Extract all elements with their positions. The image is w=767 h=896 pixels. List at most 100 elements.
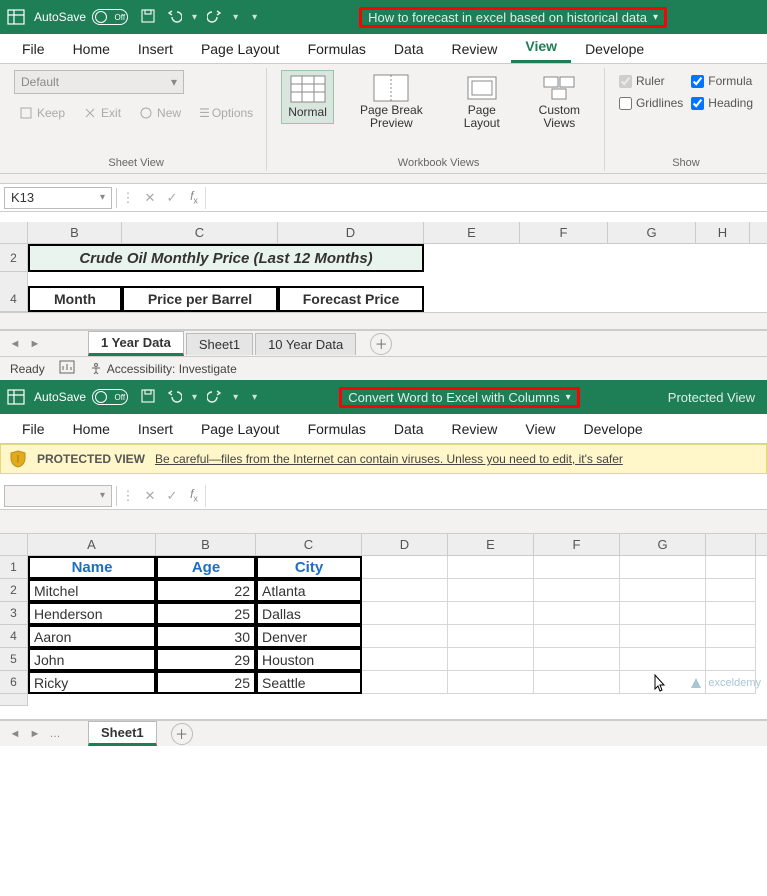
redo-dropdown-icon[interactable]: ▾ (233, 12, 238, 23)
tab-review[interactable]: Review (438, 35, 512, 63)
sheet-nav-prev-icon[interactable]: ◄ (6, 728, 24, 740)
sheet-tab[interactable]: 10 Year Data (255, 333, 356, 355)
cell[interactable] (706, 648, 756, 671)
tab-page-layout[interactable]: Page Layout (187, 415, 294, 443)
tab-home[interactable]: Home (59, 35, 124, 63)
cell[interactable]: 29 (156, 648, 256, 671)
formula-input[interactable] (205, 187, 767, 209)
cell[interactable]: Dallas (256, 602, 362, 625)
cell[interactable] (448, 648, 534, 671)
table-header[interactable]: Forecast Price (278, 286, 424, 312)
check-icon[interactable]: ✓ (161, 190, 183, 206)
tab-file[interactable]: File (8, 35, 59, 63)
row-header[interactable]: 4 (0, 286, 28, 312)
col-header[interactable]: E (424, 222, 520, 243)
sheet-nav-next-icon[interactable]: ► (26, 338, 44, 350)
cell[interactable] (534, 625, 620, 648)
cancel-icon[interactable]: ✕ (139, 190, 161, 206)
tab-file[interactable]: File (8, 415, 59, 443)
stats-icon[interactable] (59, 360, 75, 377)
new-sheet-button[interactable]: ＋ (370, 333, 392, 355)
row-header[interactable]: 3 (0, 602, 28, 625)
grid-1[interactable]: B C D E F G H 2 Crude Oil Monthly Price … (0, 222, 767, 330)
cell[interactable]: Seattle (256, 671, 362, 694)
cell[interactable]: Mitchel (28, 579, 156, 602)
tab-insert[interactable]: Insert (124, 35, 187, 63)
cell[interactable] (706, 556, 756, 579)
cancel-icon[interactable]: ✕ (139, 488, 161, 504)
cell[interactable] (620, 602, 706, 625)
col-header[interactable]: D (362, 534, 448, 555)
formula-input[interactable] (205, 485, 767, 507)
tab-view[interactable]: View (511, 32, 571, 63)
options-button[interactable]: ☰Options (194, 103, 258, 123)
cell[interactable]: John (28, 648, 156, 671)
autosave-control[interactable]: AutoSave Off (34, 389, 128, 405)
cell[interactable] (706, 579, 756, 602)
accessibility-status[interactable]: Accessibility: Investigate (89, 362, 237, 376)
cell[interactable]: Aaron (28, 625, 156, 648)
tab-developer[interactable]: Develope (570, 415, 657, 443)
cell[interactable]: Ricky (28, 671, 156, 694)
tab-formulas[interactable]: Formulas (294, 415, 380, 443)
page-layout-button[interactable]: Page Layout (449, 70, 515, 134)
tab-page-layout[interactable]: Page Layout (187, 35, 294, 63)
cell[interactable] (620, 579, 706, 602)
col-header[interactable]: B (156, 534, 256, 555)
cell[interactable]: Houston (256, 648, 362, 671)
cell[interactable] (362, 579, 448, 602)
save-icon[interactable] (140, 8, 156, 27)
undo-icon[interactable] (166, 388, 182, 407)
row-header[interactable]: 4 (0, 625, 28, 648)
file-title-1[interactable]: How to forecast in excel based on histor… (359, 7, 667, 28)
table-header[interactable]: Price per Barrel (122, 286, 278, 312)
row-header[interactable]: 1 (0, 556, 28, 579)
col-header[interactable]: G (620, 534, 706, 555)
keep-button[interactable]: Keep (14, 103, 70, 123)
cell[interactable] (362, 602, 448, 625)
cell[interactable]: 30 (156, 625, 256, 648)
cell[interactable] (448, 625, 534, 648)
qat-customize-icon[interactable]: ▾ (252, 12, 257, 23)
row-header[interactable]: 6 (0, 671, 28, 694)
sheet-tab[interactable]: Sheet1 (186, 333, 253, 355)
fx-icon[interactable]: fx (183, 487, 205, 503)
normal-view-button[interactable]: Normal (281, 70, 334, 124)
col-header[interactable]: H (696, 222, 750, 243)
cell[interactable] (534, 602, 620, 625)
sheet-nav-next-icon[interactable]: ► (26, 728, 44, 740)
gridlines-checkbox[interactable]: Gridlines (619, 96, 683, 110)
sheet-nav-prev-icon[interactable]: ◄ (6, 338, 24, 350)
file-title-2[interactable]: Convert Word to Excel with Columns ▾ (339, 387, 579, 408)
grid-2[interactable]: A B C D E F G 1NameAgeCity2Mitchel22Atla… (0, 534, 767, 720)
cell[interactable] (620, 625, 706, 648)
qat-customize-icon[interactable]: ▾ (252, 392, 257, 403)
cell[interactable] (362, 648, 448, 671)
tab-data[interactable]: Data (380, 35, 438, 63)
col-header[interactable]: C (122, 222, 278, 243)
col-header[interactable]: D (278, 222, 424, 243)
cell[interactable] (706, 625, 756, 648)
tab-formulas[interactable]: Formulas (294, 35, 380, 63)
undo-dropdown-icon[interactable]: ▾ (192, 12, 197, 23)
col-header[interactable]: B (28, 222, 122, 243)
col-header[interactable]: E (448, 534, 534, 555)
col-header[interactable]: F (520, 222, 608, 243)
cell[interactable]: 25 (156, 671, 256, 694)
select-all-corner[interactable] (0, 222, 28, 243)
formula-bar-checkbox[interactable]: Formula (691, 74, 753, 88)
cell[interactable] (620, 556, 706, 579)
sheet-tab[interactable]: Sheet1 (88, 721, 157, 746)
check-icon[interactable]: ✓ (161, 488, 183, 504)
fx-icon[interactable]: fx (183, 189, 205, 205)
redo-icon[interactable] (207, 8, 223, 27)
cell[interactable] (362, 556, 448, 579)
cell[interactable] (362, 671, 448, 694)
table-header[interactable]: Month (28, 286, 122, 312)
cell[interactable]: 25 (156, 602, 256, 625)
col-header[interactable]: A (28, 534, 156, 555)
cell[interactable]: 22 (156, 579, 256, 602)
save-icon[interactable] (140, 388, 156, 407)
col-header[interactable]: C (256, 534, 362, 555)
col-header[interactable]: F (534, 534, 620, 555)
